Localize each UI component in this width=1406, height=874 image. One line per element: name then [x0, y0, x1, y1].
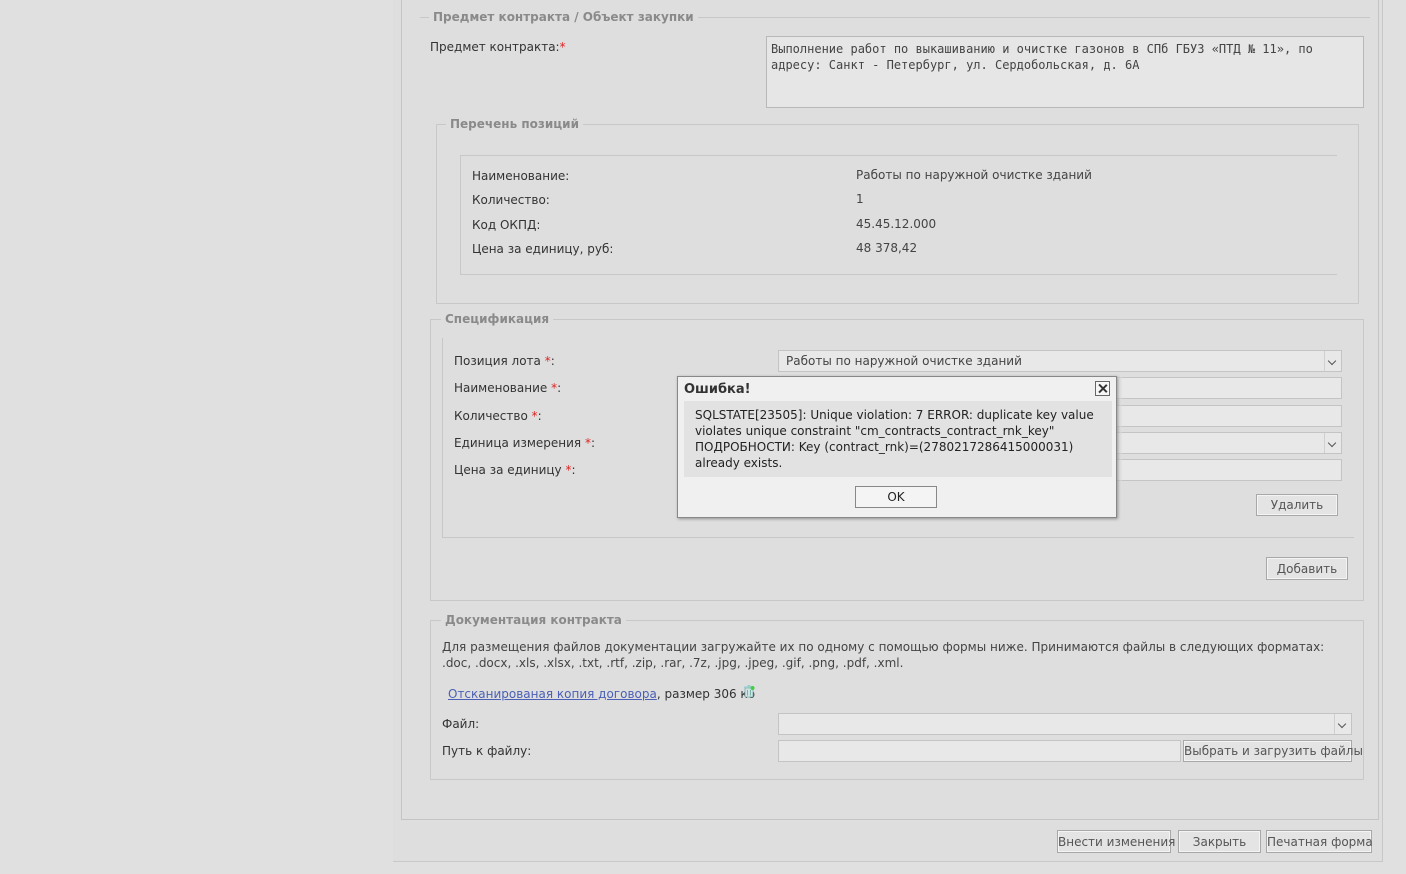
chevron-down-icon[interactable] [1324, 433, 1341, 453]
spec-price-label: Цена за единицу *: [454, 463, 576, 477]
spec-price-input[interactable] [1116, 459, 1342, 481]
spec-unit-label: Единица измерения *: [454, 436, 596, 450]
close-icon[interactable] [1095, 381, 1110, 396]
positions-legend: Перечень позиций [446, 117, 583, 131]
position-okpd-value: 45.45.12.000 [856, 217, 937, 231]
position-name-label: Наименование: [472, 169, 570, 183]
attached-file-size: , размер 306 кб [656, 687, 756, 701]
position-quantity-value: 1 [856, 192, 864, 206]
position-okpd-label: Код ОКПД: [472, 218, 541, 232]
position-price-value: 48 378,42 [856, 241, 918, 255]
add-button[interactable]: Добавить [1266, 557, 1348, 580]
ok-button[interactable]: OK [855, 486, 937, 508]
position-quantity-label: Количество: [472, 193, 550, 207]
print-form-button[interactable]: Печатная форма [1266, 830, 1373, 853]
delete-button[interactable]: Удалить [1256, 494, 1338, 516]
attached-file-row: Отсканированая копия договора, размер 30… [448, 687, 755, 701]
spec-quantity-input[interactable] [1116, 405, 1342, 427]
chevron-down-icon[interactable] [1324, 351, 1341, 371]
lot-position-select[interactable]: Работы по наружной очистке зданий [778, 350, 1342, 372]
spec-legend: Спецификация [441, 312, 554, 326]
file-path-input[interactable] [778, 740, 1181, 762]
subject-legend: Предмет контракта / Объект закупки [429, 10, 698, 24]
chevron-down-icon[interactable] [1334, 714, 1351, 734]
docs-legend: Документация контракта [441, 613, 626, 627]
upload-files-button[interactable]: Выбрать и загрузить файлы [1183, 740, 1363, 762]
dialog-title: Ошибка! [684, 382, 751, 397]
dialog-message: SQLSTATE[23505]: Unique violation: 7 ERR… [684, 401, 1112, 477]
spec-name-input[interactable] [1116, 377, 1342, 399]
delete-file-icon[interactable] [742, 684, 756, 698]
attached-file-link[interactable]: Отсканированая копия договора [448, 687, 657, 701]
lot-position-selected: Работы по наружной очистке зданий [786, 354, 1022, 368]
path-label: Путь к файлу: [442, 744, 532, 758]
error-dialog: Ошибка! SQLSTATE[23505]: Unique violatio… [677, 376, 1117, 518]
spec-name-label: Наименование *: [454, 381, 562, 395]
save-changes-button[interactable]: Внести изменения [1057, 830, 1175, 853]
file-select[interactable] [778, 713, 1352, 735]
spec-unit-select[interactable] [1116, 432, 1342, 454]
file-label: Файл: [442, 717, 480, 731]
contract-subject-textarea[interactable]: Выполнение работ по выкашиванию и очистк… [766, 36, 1364, 108]
docs-info-text: Для размещения файлов документации загру… [442, 640, 1325, 670]
spec-quantity-label: Количество *: [454, 409, 542, 423]
position-name-value: Работы по наружной очистке зданий [856, 168, 1092, 182]
close-button[interactable]: Закрыть [1178, 830, 1261, 853]
lot-position-label: Позиция лота *: [454, 354, 555, 368]
position-price-label: Цена за единицу, руб: [472, 242, 614, 256]
contract-subject-label: Предмет контракта:* [430, 40, 566, 54]
